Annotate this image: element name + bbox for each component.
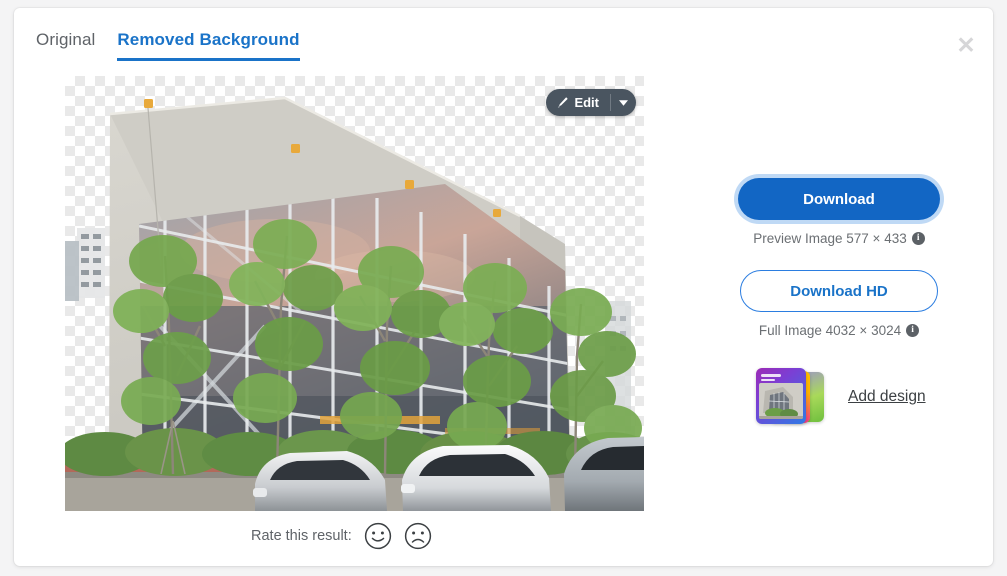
thumbnail-text-lines <box>761 374 781 383</box>
add-design-row[interactable]: Add design <box>756 368 926 426</box>
smiley-face-icon[interactable] <box>364 522 392 550</box>
rating-label: Rate this result: <box>251 528 352 544</box>
frowning-face-icon[interactable] <box>404 522 432 550</box>
result-image <box>65 96 644 511</box>
result-modal-card: ✕ Original Removed Background Edit Rate … <box>14 8 993 566</box>
download-hd-caption: Full Image 4032 × 3024 i <box>758 323 920 338</box>
chevron-down-icon[interactable] <box>618 99 634 106</box>
edit-button[interactable]: Edit <box>546 89 636 116</box>
download-caption-text: Preview Image 577 × 433 <box>753 231 907 246</box>
thumbnail-photo <box>759 383 803 419</box>
brush-icon <box>556 96 569 109</box>
image-preview-area[interactable]: Edit <box>65 76 644 511</box>
design-templates-thumbnail[interactable] <box>756 368 830 426</box>
tab-removed-background[interactable]: Removed Background <box>117 30 300 61</box>
preview-tabs: Original Removed Background <box>36 30 300 61</box>
download-hd-button[interactable]: Download HD <box>740 270 938 312</box>
download-actions-panel: Download Preview Image 577 × 433 i Downl… <box>719 178 959 426</box>
edit-divider <box>610 94 611 111</box>
info-icon[interactable]: i <box>906 324 920 337</box>
edit-button-label: Edit <box>574 95 599 110</box>
add-design-link[interactable]: Add design <box>848 388 926 406</box>
download-caption: Preview Image 577 × 433 i <box>753 231 925 246</box>
rating-row: Rate this result: <box>251 522 432 550</box>
download-hd-caption-text: Full Image 4032 × 3024 <box>758 323 902 338</box>
thumbnail-card-front <box>756 368 806 424</box>
background-removal-result-page: ✕ Original Removed Background Edit Rate … <box>0 0 1007 576</box>
close-icon[interactable]: ✕ <box>949 28 983 62</box>
info-icon[interactable]: i <box>911 232 925 245</box>
download-button[interactable]: Download <box>738 178 940 220</box>
tab-original[interactable]: Original <box>36 30 95 61</box>
